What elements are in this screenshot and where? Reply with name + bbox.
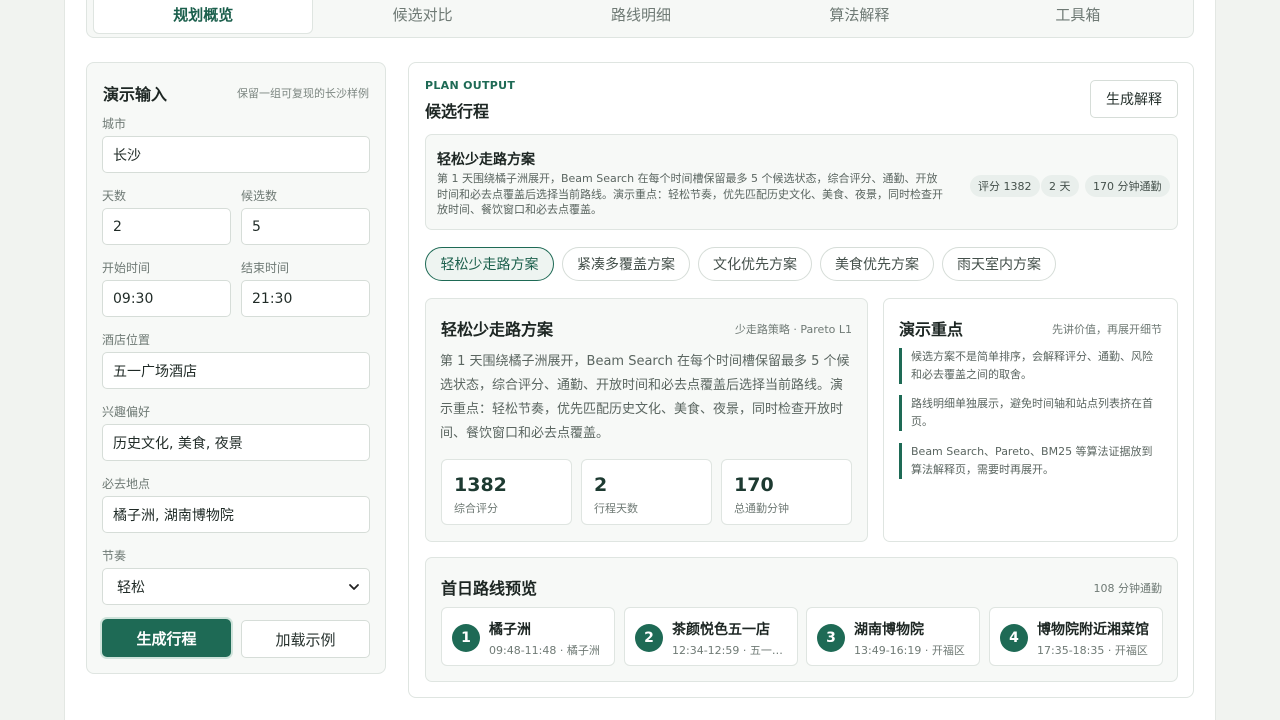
highlight-note: Beam Search、Pareto、BM25 等算法证据放到算法解释页，需要时… [899, 443, 1161, 479]
days-field[interactable] [102, 208, 231, 245]
output-eyebrow: PLAN OUTPUT [425, 79, 516, 92]
main-tabs: 规划概览 候选对比 路线明细 算法解释 工具箱 [86, 0, 1194, 38]
stat-commute-label: 总通勤分钟 [734, 502, 789, 515]
generate-itinerary-button[interactable]: 生成行程 [102, 619, 231, 657]
stat-days: 2 行程天数 [581, 459, 712, 525]
highlight-note: 候选方案不是简单排序，会解释评分、通勤、风险和必去覆盖之间的取舍。 [899, 348, 1161, 384]
plan-pill-rainy[interactable]: 雨天室内方案 [942, 247, 1056, 281]
tab-toolbox[interactable]: 工具箱 [969, 0, 1187, 34]
generate-explanation-button[interactable]: 生成解释 [1090, 80, 1178, 118]
plan-pill-relaxed[interactable]: 轻松少走路方案 [425, 247, 554, 281]
must-visit-field[interactable] [102, 496, 370, 533]
end-time-input[interactable] [252, 290, 359, 307]
route-stop[interactable]: 3 湖南博物院 13:49-16:19 · 开福区 [806, 607, 980, 666]
days-label: 天数 [102, 189, 127, 203]
plan-pill-food[interactable]: 美食优先方案 [820, 247, 934, 281]
stat-commute-value: 170 [734, 474, 774, 496]
stat-score: 1382 综合评分 [441, 459, 572, 525]
stat-score-value: 1382 [454, 474, 507, 496]
input-panel-title: 演示输入 [103, 85, 168, 104]
route-preview-title: 首日路线预览 [441, 579, 538, 598]
tab-overview[interactable]: 规划概览 [93, 0, 314, 34]
stat-days-value: 2 [594, 474, 608, 496]
score-chip: 评分 1382 [970, 175, 1040, 197]
city-input[interactable] [113, 146, 359, 163]
chevron-down-icon [349, 584, 359, 590]
stop-time: 12:34-12:59 · 五一广场 [672, 644, 792, 657]
plan-detail-title: 轻松少走路方案 [441, 320, 554, 339]
pace-select[interactable]: 轻松 [102, 568, 370, 605]
start-time-input[interactable] [113, 290, 220, 307]
stop-name: 博物院附近湘菜馆 [1037, 622, 1149, 638]
days-chip: 2 天 [1041, 175, 1079, 197]
stop-name: 湖南博物院 [854, 622, 924, 638]
days-input[interactable] [113, 218, 220, 235]
interest-label: 兴趣偏好 [102, 405, 151, 419]
candidates-label: 候选数 [241, 189, 278, 203]
must-visit-input[interactable] [113, 506, 359, 523]
start-time-field[interactable] [102, 280, 231, 317]
must-visit-label: 必去地点 [102, 477, 151, 491]
stop-name: 茶颜悦色五一店 [672, 622, 770, 638]
hotel-field[interactable] [102, 352, 370, 389]
candidates-input[interactable] [252, 218, 359, 235]
city-field[interactable] [102, 136, 370, 173]
highlights-title: 演示重点 [899, 320, 964, 339]
stop-time: 09:48-11:48 · 橘子洲 [489, 644, 600, 657]
plan-pill-compact[interactable]: 紧凑多覆盖方案 [562, 247, 690, 281]
highlights-meta: 先讲价值，再展开细节 [1052, 323, 1162, 336]
route-preview-meta: 108 分钟通勤 [1093, 582, 1163, 595]
end-time-field[interactable] [241, 280, 370, 317]
summary-description: 第 1 天围绕橘子洲展开，Beam Search 在每个时间槽保留最多 5 个候… [437, 172, 943, 216]
interest-input[interactable] [113, 434, 359, 451]
load-example-button[interactable]: 加载示例 [241, 620, 370, 658]
route-stop[interactable]: 4 博物院附近湘菜馆 17:35-18:35 · 开福区 [989, 607, 1163, 666]
stop-name: 橘子洲 [489, 622, 531, 638]
start-time-label: 开始时间 [102, 261, 151, 275]
plan-pill-culture[interactable]: 文化优先方案 [698, 247, 812, 281]
stop-time: 13:49-16:19 · 开福区 [854, 644, 965, 657]
tab-route-detail[interactable]: 路线明细 [532, 0, 750, 34]
tab-compare[interactable]: 候选对比 [313, 0, 531, 34]
stop-number-badge: 2 [635, 624, 663, 652]
input-panel-subtitle: 保留一组可复现的长沙样例 [237, 87, 369, 100]
route-stop[interactable]: 2 茶颜悦色五一店 12:34-12:59 · 五一广场 [624, 607, 798, 666]
stat-days-label: 行程天数 [594, 502, 638, 515]
highlight-note: 路线明细单独展示，避免时间轴和站点列表挤在首页。 [899, 395, 1161, 431]
plan-detail-description: 第 1 天围绕橘子洲展开，Beam Search 在每个时间槽保留最多 5 个候… [440, 354, 850, 441]
interest-field[interactable] [102, 424, 370, 461]
commute-chip: 170 分钟通勤 [1085, 175, 1170, 197]
output-title: 候选行程 [425, 102, 490, 121]
hotel-label: 酒店位置 [102, 333, 151, 347]
stat-commute: 170 总通勤分钟 [721, 459, 852, 525]
summary-title: 轻松少走路方案 [437, 152, 535, 168]
selected-plan-summary: 轻松少走路方案 第 1 天围绕橘子洲展开，Beam Search 在每个时间槽保… [425, 134, 1178, 230]
stop-number-badge: 3 [817, 624, 845, 652]
candidates-field[interactable] [241, 208, 370, 245]
route-stop[interactable]: 1 橘子洲 09:48-11:48 · 橘子洲 [441, 607, 615, 666]
pace-select-value: 轻松 [117, 579, 145, 596]
stop-number-badge: 4 [1000, 624, 1028, 652]
end-time-label: 结束时间 [241, 261, 290, 275]
plan-detail-meta: 少走路策略 · Pareto L1 [734, 323, 852, 336]
hotel-input[interactable] [113, 362, 359, 379]
stat-score-label: 综合评分 [454, 502, 498, 515]
stop-number-badge: 1 [452, 624, 480, 652]
city-label: 城市 [102, 117, 127, 131]
pace-label: 节奏 [102, 549, 127, 563]
stop-time: 17:35-18:35 · 开福区 [1037, 644, 1148, 657]
tab-algorithm[interactable]: 算法解释 [750, 0, 968, 34]
